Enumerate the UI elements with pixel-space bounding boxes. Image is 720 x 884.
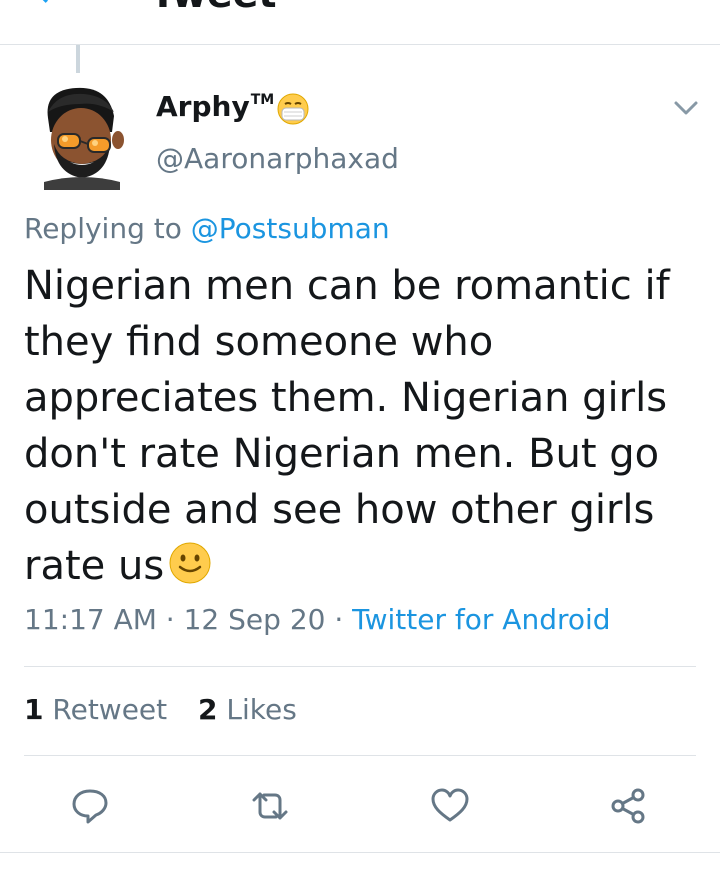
tweet-time: 11:17 AM <box>24 603 157 636</box>
tweet-stats: 1 Retweet 2 Likes <box>24 693 297 726</box>
top-bar: ← Tweet <box>0 0 720 45</box>
share-button[interactable] <box>606 784 650 828</box>
tweet-text: Nigerian men can be romantic if they fin… <box>24 258 684 594</box>
avatar[interactable] <box>34 82 124 190</box>
user-handle[interactable]: @Aaronarphaxad <box>156 142 399 175</box>
retweet-count-link[interactable]: 1 Retweet <box>24 693 167 726</box>
page-title: Tweet <box>150 0 277 14</box>
retweet-count: 1 <box>24 693 44 726</box>
face-with-mask-emoji <box>277 93 309 125</box>
likes-label: Likes <box>226 693 297 726</box>
trademark-label: TM <box>250 92 275 108</box>
retweet-label: Retweet <box>52 693 168 726</box>
divider <box>0 852 720 853</box>
replying-to-mention[interactable]: @Postsubman <box>191 212 390 245</box>
replying-to-prefix: Replying to <box>24 212 182 245</box>
display-name[interactable]: Arphy TM <box>156 90 310 126</box>
likes-count-link[interactable]: 2 Likes <box>198 693 297 726</box>
divider <box>24 755 696 756</box>
retweet-icon <box>252 792 288 820</box>
display-name-text: Arphy <box>156 90 250 123</box>
reply-icon <box>72 789 108 824</box>
slightly-smiling-face-emoji <box>169 542 211 584</box>
likes-count: 2 <box>198 693 218 726</box>
thread-line <box>76 45 80 73</box>
retweet-button[interactable] <box>248 784 292 828</box>
like-button[interactable] <box>428 784 472 828</box>
tweet-meta: 11:17 AM · 12 Sep 20 · Twitter for Andro… <box>24 603 611 636</box>
share-icon <box>611 788 645 824</box>
divider <box>24 666 696 667</box>
like-icon <box>431 788 469 822</box>
back-arrow-icon[interactable]: ← <box>36 0 70 14</box>
reply-button[interactable] <box>68 784 112 828</box>
tweet-date: 12 Sep 20 <box>183 603 326 636</box>
replying-to: Replying to @Postsubman <box>24 212 390 245</box>
tweet-body: Nigerian men can be romantic if they fin… <box>24 263 670 589</box>
tweet-source-link[interactable]: Twitter for Android <box>352 603 610 636</box>
chevron-down-icon[interactable] <box>672 98 700 118</box>
